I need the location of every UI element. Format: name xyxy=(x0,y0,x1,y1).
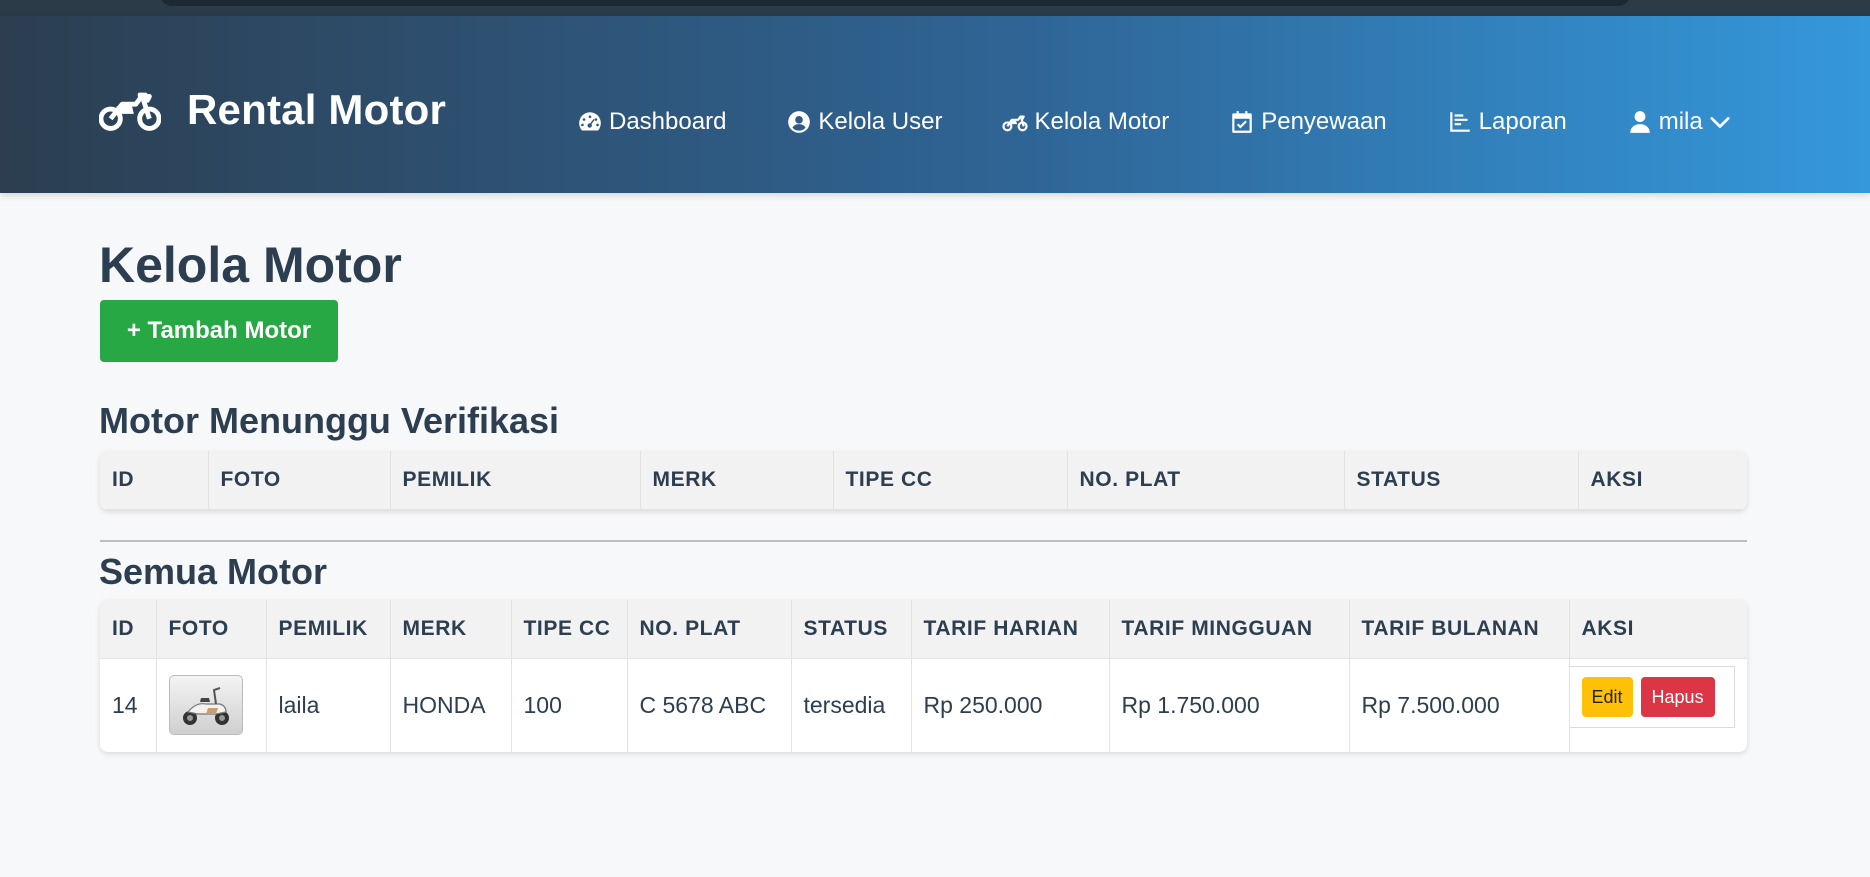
cell-tarif-harian: Rp 250.000 xyxy=(911,658,1110,752)
cell-tipe-cc: 100 xyxy=(511,658,628,752)
edit-button[interactable]: Edit xyxy=(1581,677,1633,718)
motorcycle-icon xyxy=(1002,115,1029,132)
nav-dashboard-label: Dashboard xyxy=(609,108,727,135)
nav-laporan-label: Laporan xyxy=(1478,108,1567,135)
brand[interactable]: Rental Motor xyxy=(99,80,446,140)
scooter-photo[interactable] xyxy=(168,675,243,736)
pending-col-aksi: AKSI xyxy=(1578,451,1747,510)
all-col-status: STATUS xyxy=(791,600,912,659)
section-divider xyxy=(100,540,1747,542)
nav-kelola-motor[interactable]: Kelola Motor xyxy=(1002,108,1169,136)
user-name: mila xyxy=(1658,108,1703,135)
row-actions: Edit Hapus xyxy=(1569,666,1735,729)
pending-col-no-plat: NO. PLAT xyxy=(1067,451,1345,510)
browser-tab-strip xyxy=(160,0,1630,6)
scooter-icon xyxy=(182,687,229,726)
pending-table-card: ID FOTO PEMILIK MERK TIPE CC NO. PLAT ST… xyxy=(100,451,1747,510)
pending-section-title: Motor Menunggu Verifikasi xyxy=(99,400,560,441)
all-section-title: Semua Motor xyxy=(99,551,328,592)
all-col-pemilik: PEMILIK xyxy=(266,600,391,659)
nav-penyewaan-label: Penyewaan xyxy=(1261,108,1387,135)
user-icon xyxy=(1629,111,1650,133)
cell-no-plat: C 5678 ABC xyxy=(627,658,792,752)
all-col-tipe-cc: TIPE CC xyxy=(511,600,628,659)
user-circle-icon xyxy=(788,111,811,133)
motorcycle-icon xyxy=(99,92,161,131)
all-col-tarif-harian: TARIF HARIAN xyxy=(911,600,1110,659)
delete-button[interactable]: Hapus xyxy=(1640,677,1715,718)
all-motor-table: ID FOTO PEMILIK MERK TIPE CC NO. PLAT ST… xyxy=(100,600,1747,752)
pending-col-id: ID xyxy=(100,451,209,510)
pending-col-pemilik: PEMILIK xyxy=(390,451,641,510)
speedometer-icon xyxy=(579,112,601,131)
cell-foto xyxy=(156,658,267,752)
cell-status: tersedia xyxy=(791,658,912,752)
all-col-id: ID xyxy=(100,600,157,659)
chevron-down-icon xyxy=(1710,116,1730,128)
nav-penyewaan[interactable]: Penyewaan xyxy=(1229,108,1387,136)
all-table-header: ID FOTO PEMILIK MERK TIPE CC NO. PLAT ST… xyxy=(100,600,1747,659)
chart-icon xyxy=(1449,112,1470,132)
all-col-foto: FOTO xyxy=(156,600,267,659)
browser-topbar xyxy=(0,0,1870,16)
brand-title: Rental Motor xyxy=(187,86,447,133)
nav-kelola-user-label: Kelola User xyxy=(818,108,943,135)
pending-col-tipe-cc: TIPE CC xyxy=(833,451,1068,510)
user-menu[interactable]: mila xyxy=(1627,108,1731,136)
pending-table-header: ID FOTO PEMILIK MERK TIPE CC NO. PLAT ST… xyxy=(100,451,1747,510)
cell-aksi: Edit Hapus xyxy=(1569,658,1747,752)
pending-col-merk: MERK xyxy=(640,451,834,510)
all-col-merk: MERK xyxy=(390,600,512,659)
header: Rental Motor Dashboard Kelola User Kelol… xyxy=(0,16,1870,193)
all-col-tarif-bulanan: TARIF BULANAN xyxy=(1349,600,1570,659)
table-row: 14 laila HONDA 100 C 5678 ABC tersedia R… xyxy=(100,658,1747,752)
nav-dashboard[interactable]: Dashboard xyxy=(577,108,726,136)
add-motor-button[interactable]: + Tambah Motor xyxy=(100,300,338,362)
all-col-tarif-mingguan: TARIF MINGGUAN xyxy=(1109,600,1350,659)
cell-pemilik: laila xyxy=(266,658,391,752)
pending-table: ID FOTO PEMILIK MERK TIPE CC NO. PLAT ST… xyxy=(100,451,1747,510)
main-nav: Dashboard Kelola User Kelola Motor Penye… xyxy=(577,104,1731,140)
cell-id: 14 xyxy=(100,658,157,752)
calendar-check-icon xyxy=(1232,111,1252,133)
cell-tarif-bulanan: Rp 7.500.000 xyxy=(1349,658,1570,752)
all-table-card: ID FOTO PEMILIK MERK TIPE CC NO. PLAT ST… xyxy=(100,600,1747,752)
nav-laporan[interactable]: Laporan xyxy=(1447,108,1567,136)
cell-tarif-mingguan: Rp 1.750.000 xyxy=(1109,658,1350,752)
all-col-aksi: AKSI xyxy=(1569,600,1747,659)
nav-kelola-user[interactable]: Kelola User xyxy=(786,108,942,136)
all-col-no-plat: NO. PLAT xyxy=(627,600,792,659)
nav-kelola-motor-label: Kelola Motor xyxy=(1034,108,1170,135)
page-title: Kelola Motor xyxy=(99,237,402,293)
pending-col-foto: FOTO xyxy=(208,451,391,510)
cell-merk: HONDA xyxy=(390,658,512,752)
pending-col-status: STATUS xyxy=(1344,451,1579,510)
